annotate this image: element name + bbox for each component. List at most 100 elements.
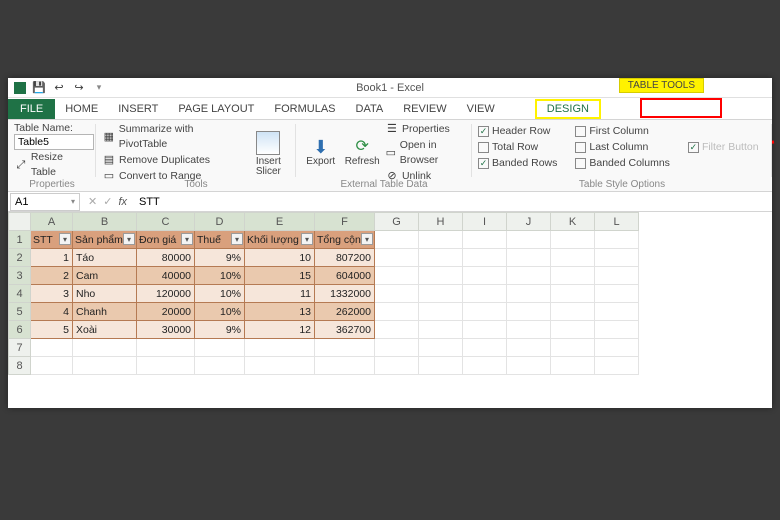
table-cell[interactable]: 80000 [137,249,195,267]
empty-cell[interactable] [551,339,595,357]
empty-cell[interactable] [463,267,507,285]
empty-cell[interactable] [463,231,507,249]
empty-cell[interactable] [595,249,639,267]
tab-view[interactable]: VIEW [457,99,505,119]
col-header[interactable]: E [245,213,315,231]
table-cell[interactable]: 604000 [315,267,375,285]
table-cell[interactable]: 10% [195,267,245,285]
empty-cell[interactable] [375,357,419,375]
table-header-cell[interactable]: Khối lượng▾ [245,231,315,249]
table-cell[interactable]: 3 [31,285,73,303]
empty-cell[interactable] [195,339,245,357]
row-header[interactable]: 4 [9,285,31,303]
empty-cell[interactable] [419,231,463,249]
table-cell[interactable]: 30000 [137,321,195,339]
empty-cell[interactable] [507,321,551,339]
fx-icon[interactable]: fx [118,196,127,208]
table-cell[interactable]: 12 [245,321,315,339]
empty-cell[interactable] [507,357,551,375]
col-header[interactable]: J [507,213,551,231]
qat-more-icon[interactable]: ▾ [92,81,106,95]
table-cell[interactable]: Chanh [73,303,137,321]
empty-cell[interactable] [595,285,639,303]
empty-cell[interactable] [595,267,639,285]
table-cell[interactable]: 262000 [315,303,375,321]
col-header[interactable]: G [375,213,419,231]
checkbox-lastcol[interactable]: Last Column [575,140,670,155]
checkbox-total[interactable]: Total Row [478,140,557,155]
empty-cell[interactable] [595,339,639,357]
table-header-cell[interactable]: STT▾ [31,231,73,249]
resize-table-button[interactable]: ⤢Resize Table [14,150,90,180]
empty-cell[interactable] [551,303,595,321]
table-cell[interactable]: 1332000 [315,285,375,303]
filter-dropdown-icon[interactable]: ▾ [361,233,373,245]
table-cell[interactable]: 9% [195,321,245,339]
col-header[interactable]: D [195,213,245,231]
tab-formulas[interactable]: FORMULAS [264,99,345,119]
filter-dropdown-icon[interactable]: ▾ [59,233,71,245]
undo-icon[interactable]: ↩ [52,81,66,95]
table-cell[interactable]: 1 [31,249,73,267]
empty-cell[interactable] [315,357,375,375]
col-header[interactable]: F [315,213,375,231]
table-cell[interactable]: 13 [245,303,315,321]
empty-cell[interactable] [463,249,507,267]
row-header[interactable]: 7 [9,339,31,357]
empty-cell[interactable] [137,339,195,357]
empty-cell[interactable] [375,303,419,321]
checkbox-filter[interactable]: ✓Filter Button [688,140,759,155]
empty-cell[interactable] [31,357,73,375]
empty-cell[interactable] [463,357,507,375]
empty-cell[interactable] [507,231,551,249]
tab-insert[interactable]: INSERT [108,99,168,119]
empty-cell[interactable] [73,357,137,375]
empty-cell[interactable] [419,303,463,321]
tab-home[interactable]: HOME [55,99,108,119]
row-header[interactable]: 2 [9,249,31,267]
empty-cell[interactable] [507,303,551,321]
empty-cell[interactable] [595,231,639,249]
table-cell[interactable]: 10 [245,249,315,267]
empty-cell[interactable] [195,357,245,375]
empty-cell[interactable] [31,339,73,357]
empty-cell[interactable] [245,357,315,375]
empty-cell[interactable] [507,339,551,357]
table-cell[interactable]: 11 [245,285,315,303]
insert-slicer-button[interactable]: Insert Slicer [247,131,290,178]
table-cell[interactable]: 10% [195,285,245,303]
table-cell[interactable]: Táo [73,249,137,267]
worksheet-grid[interactable]: ABCDEFGHIJKL1STT▾Sản phẩm▾Đơn giá▾Thuế▾K… [8,212,772,375]
tab-page-layout[interactable]: PAGE LAYOUT [168,99,264,119]
empty-cell[interactable] [375,321,419,339]
filter-dropdown-icon[interactable]: ▾ [123,233,135,245]
empty-cell[interactable] [419,357,463,375]
filter-dropdown-icon[interactable]: ▾ [301,233,313,245]
empty-cell[interactable] [551,231,595,249]
table-cell[interactable]: 10% [195,303,245,321]
empty-cell[interactable] [73,339,137,357]
empty-cell[interactable] [375,231,419,249]
save-icon[interactable]: 💾 [32,81,46,95]
col-header[interactable]: C [137,213,195,231]
redo-icon[interactable]: ↪ [72,81,86,95]
checkbox-header[interactable]: ✓Header Row [478,124,557,139]
col-header[interactable]: A [31,213,73,231]
tablename-input[interactable] [14,134,94,150]
table-cell[interactable]: Cam [73,267,137,285]
empty-cell[interactable] [595,303,639,321]
tab-file[interactable]: FILE [8,99,55,119]
empty-cell[interactable] [375,285,419,303]
summarize-pivot-button[interactable]: ▦Summarize with PivotTable [102,122,243,152]
table-cell[interactable]: 9% [195,249,245,267]
empty-cell[interactable] [315,339,375,357]
table-cell[interactable]: 5 [31,321,73,339]
table-cell[interactable]: 362700 [315,321,375,339]
empty-cell[interactable] [507,285,551,303]
checkbox-firstcol[interactable]: First Column [575,124,670,139]
table-cell[interactable]: 15 [245,267,315,285]
tab-data[interactable]: DATA [346,99,394,119]
tab-review[interactable]: REVIEW [393,99,456,119]
table-cell[interactable]: 4 [31,303,73,321]
remove-duplicates-button[interactable]: ▤Remove Duplicates [102,153,243,168]
